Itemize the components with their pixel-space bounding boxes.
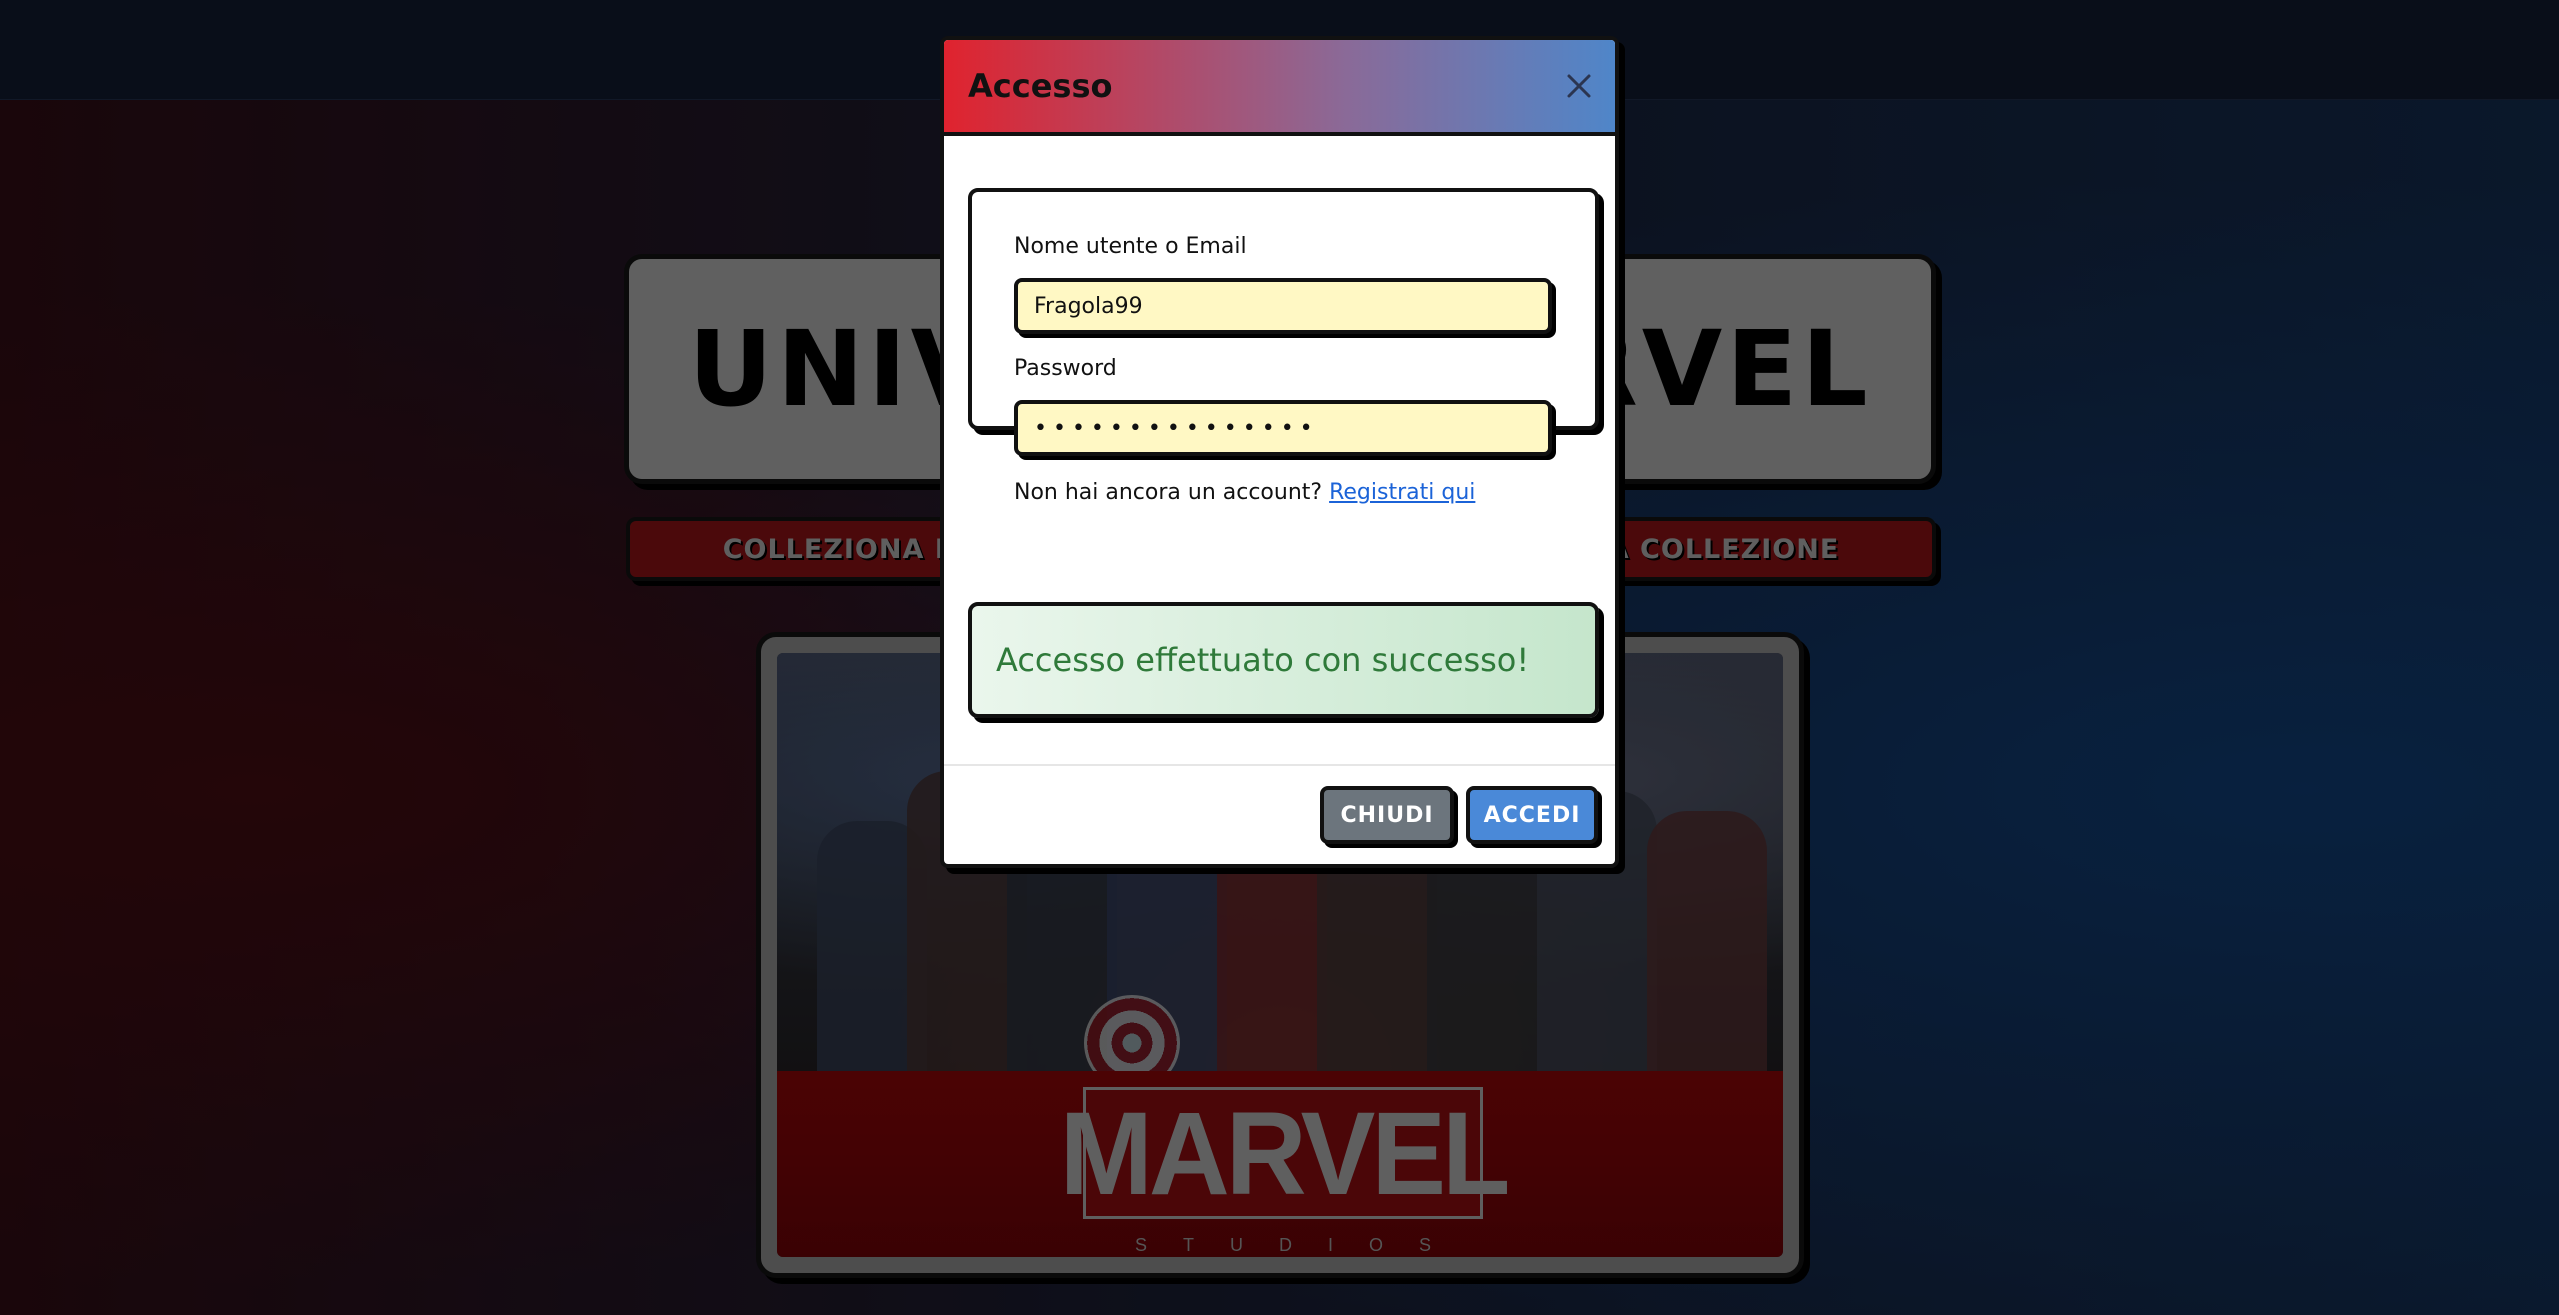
success-alert: Accesso effettuato con successo! (968, 602, 1599, 718)
username-input[interactable]: Fragola99 (1014, 278, 1552, 334)
password-label: Password (1014, 356, 1117, 381)
username-value: Fragola99 (1034, 293, 1143, 319)
close-icon[interactable] (1561, 68, 1597, 104)
login-button[interactable]: ACCEDI (1466, 786, 1598, 844)
register-link[interactable]: Registrati qui (1329, 480, 1475, 505)
password-input[interactable]: ••••••••••••••• (1014, 400, 1552, 456)
register-prompt-line: Non hai ancora un account? Registrati qu… (1014, 480, 1475, 505)
modal-footer-divider (944, 764, 1615, 766)
success-message: Accesso effettuato con successo! (996, 641, 1530, 679)
login-modal: Accesso Nome utente o Email Fragola99 Pa… (940, 36, 1619, 868)
modal-title: Accesso (968, 67, 1113, 105)
register-prompt: Non hai ancora un account? (1014, 480, 1323, 505)
login-form: Nome utente o Email Fragola99 Password •… (968, 188, 1599, 505)
password-value: ••••••••••••••• (1034, 415, 1319, 441)
username-label: Nome utente o Email (1014, 234, 1247, 259)
close-button[interactable]: CHIUDI (1320, 786, 1454, 844)
modal-header: Accesso (944, 40, 1615, 136)
